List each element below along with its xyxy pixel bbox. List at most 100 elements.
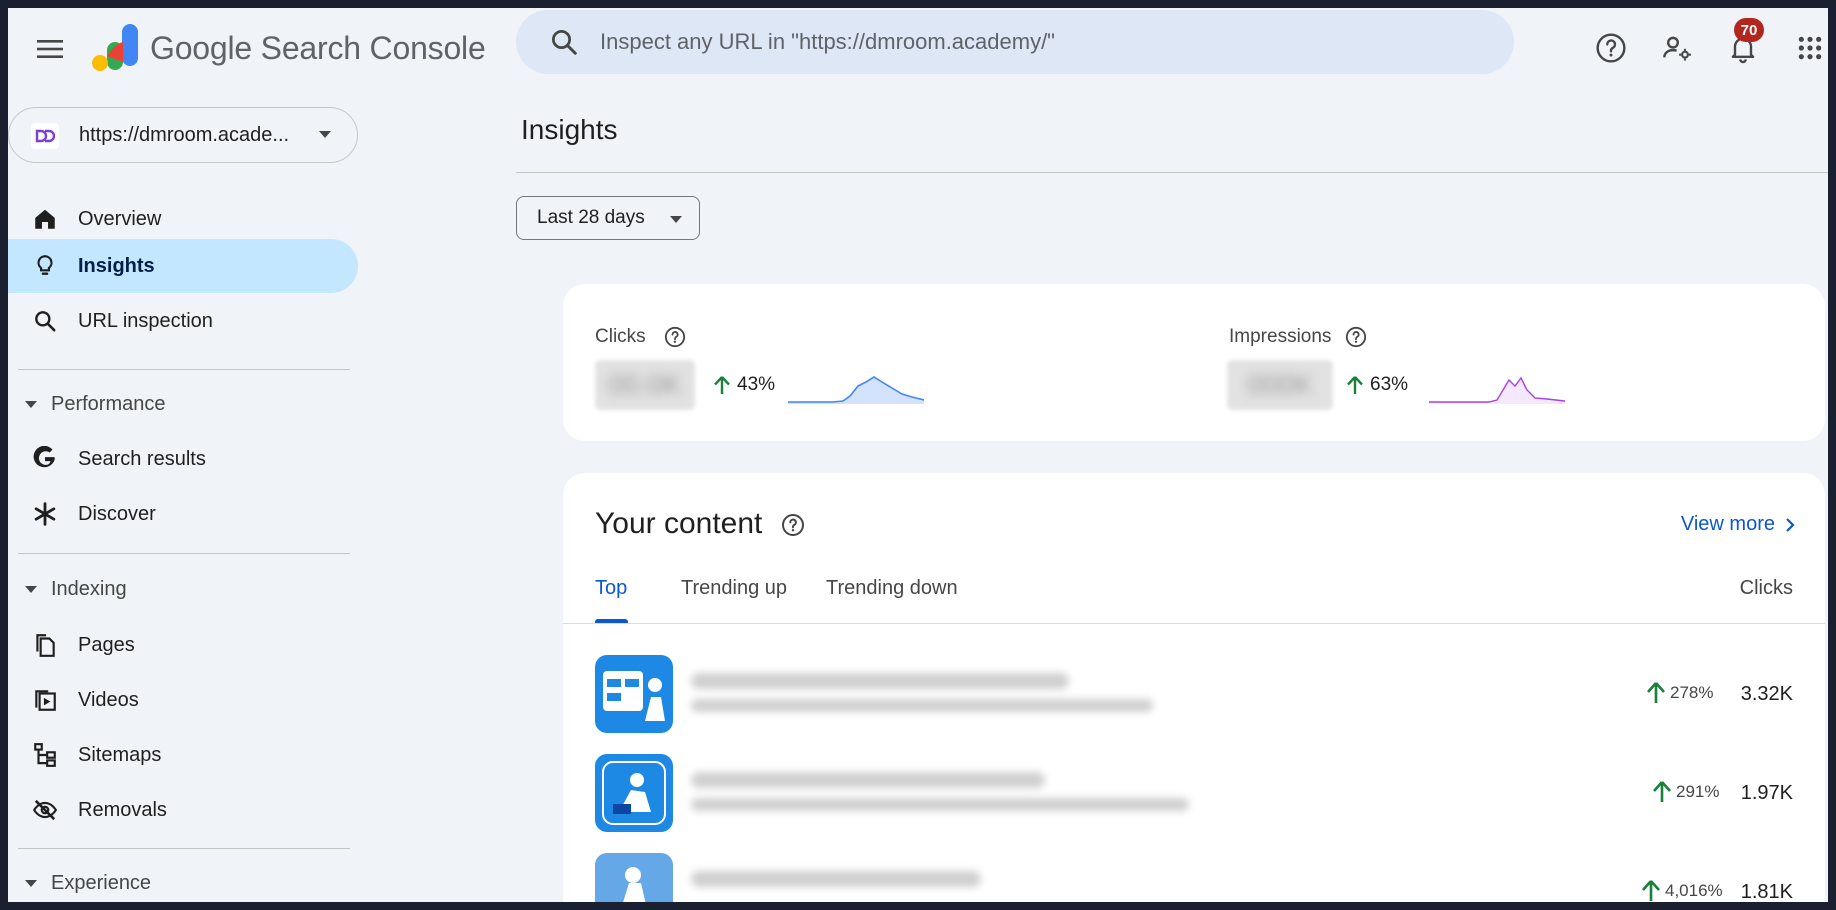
asterisk-icon — [30, 499, 60, 529]
section-label: Performance — [51, 392, 166, 415]
section-label: Indexing — [51, 577, 127, 600]
sidebar-item-label: Overview — [78, 207, 162, 230]
help-circle-icon[interactable] — [663, 325, 687, 349]
row-clicks-value: 3.32K — [1740, 683, 1793, 705]
impressions-value-blurred: 000K — [1227, 360, 1333, 410]
dropdown-arrow-icon — [670, 216, 682, 223]
search-input[interactable] — [598, 28, 1514, 56]
date-range-label: Last 28 days — [537, 207, 645, 228]
sidebar-item-label: Videos — [78, 688, 139, 711]
apps-grid-icon — [1798, 36, 1822, 60]
clicks-change-value: 43% — [737, 374, 776, 395]
section-label: Experience — [51, 871, 152, 894]
sidebar-item-label: URL inspection — [78, 309, 213, 332]
blurred-title: title — [691, 673, 1069, 689]
impressions-change: 63% — [1346, 374, 1408, 396]
tab-trending-down[interactable]: Trending down — [826, 577, 958, 600]
row-change: 278% — [1646, 681, 1713, 705]
section-toggle-experience[interactable]: Experience — [8, 861, 358, 902]
main-menu-button[interactable] — [28, 29, 72, 69]
sidebar-item-label: Sitemaps — [78, 743, 162, 766]
row-change-value: 278% — [1670, 683, 1714, 702]
article-thumbnail — [595, 853, 673, 902]
view-more-link[interactable]: View more — [1681, 513, 1795, 536]
page-title: Insights — [521, 114, 618, 145]
arrow-up-icon — [1347, 376, 1363, 394]
sidebar-item-discover[interactable]: Discover — [8, 487, 358, 541]
help-button[interactable] — [1589, 26, 1633, 70]
property-url: https://dmroom.acade... — [79, 124, 290, 146]
blurred-url: url — [691, 699, 1153, 712]
date-range-dropdown[interactable]: Last 28 days — [516, 196, 700, 240]
sidebar-item-label: Insights — [78, 254, 155, 277]
section-toggle-indexing[interactable]: Indexing — [8, 567, 358, 611]
user-settings-button[interactable] — [1655, 26, 1699, 70]
sidebar-item-pages[interactable]: Pages — [8, 618, 358, 672]
article-thumbnail — [595, 655, 673, 733]
blurred-title: title — [691, 772, 1045, 788]
tabs-divider — [563, 623, 1825, 624]
clicks-sparkline — [788, 376, 924, 404]
sidebar-item-videos[interactable]: Videos — [8, 673, 358, 727]
help-circle-icon[interactable] — [1344, 325, 1368, 349]
search-icon — [544, 22, 584, 62]
section-toggle-performance[interactable]: Performance — [8, 382, 358, 426]
metrics-card: Clicks 00.0K 43% Impressions 000K 63% — [563, 284, 1825, 441]
content-row[interactable]: title url 278% 3.32K — [563, 645, 1825, 743]
sidebar-item-overview[interactable]: Overview — [8, 192, 358, 246]
blurred-url: url — [691, 798, 1189, 811]
sitemap-icon — [30, 740, 60, 770]
blurred-title: title — [691, 871, 981, 887]
arrow-up-icon — [1642, 880, 1660, 901]
google-g-icon — [30, 444, 60, 474]
sidebar-item-label: Pages — [78, 633, 135, 656]
sidebar-item-sitemaps[interactable]: Sitemaps — [8, 728, 358, 782]
arrow-up-icon — [1653, 781, 1671, 802]
sidebar-item-search-results[interactable]: Search results — [8, 432, 358, 486]
row-change: 4,016% — [1641, 879, 1723, 902]
search-icon — [30, 306, 60, 336]
sidebar-item-label: Search results — [78, 447, 206, 470]
google-apps-button[interactable] — [1788, 26, 1828, 70]
arrow-up-icon — [714, 376, 730, 394]
sidebar-item-removals[interactable]: Removals — [8, 783, 358, 837]
help-circle-icon[interactable] — [781, 513, 805, 537]
row-clicks-value: 1.81K — [1740, 881, 1793, 902]
sidebar-item-insights[interactable]: Insights — [8, 239, 358, 293]
row-change-value: 4,016% — [1665, 881, 1723, 900]
article-thumbnail — [595, 754, 673, 832]
help-icon — [1596, 33, 1626, 63]
notification-count-badge: 70 — [1734, 18, 1764, 42]
row-change: 291% — [1652, 780, 1719, 804]
app-window: Google Search Console 70 https://dmroom.… — [8, 8, 1828, 902]
clicks-change: 43% — [713, 374, 775, 396]
row-clicks-value: 1.97K — [1740, 782, 1793, 804]
title-divider — [516, 172, 1828, 173]
hamburger-icon — [37, 40, 63, 58]
content-row[interactable]: title url 291% 1.97K — [563, 744, 1825, 842]
collapse-arrow-icon — [25, 401, 37, 408]
sidebar-item-label: Discover — [78, 502, 156, 525]
lightbulb-icon — [30, 251, 60, 281]
url-inspection-search[interactable] — [516, 10, 1514, 74]
your-content-title: Your content — [595, 507, 763, 540]
sidebar-divider — [18, 369, 350, 370]
dropdown-arrow-icon — [319, 131, 331, 138]
manage-accounts-icon — [1663, 36, 1691, 61]
home-icon — [30, 204, 60, 234]
content-row[interactable]: title 4,016% 1.81K — [563, 843, 1825, 902]
pages-icon — [30, 630, 60, 660]
sidebar-item-url-inspection[interactable]: URL inspection — [8, 294, 358, 348]
clicks-label: Clicks — [595, 326, 646, 347]
search-console-logo-icon — [92, 24, 138, 71]
video-icon — [30, 685, 60, 715]
impressions-change-value: 63% — [1370, 374, 1409, 395]
your-content-card: Your content View more Top Trending up T… — [563, 473, 1825, 902]
tab-trending-up[interactable]: Trending up — [681, 577, 787, 600]
tab-top[interactable]: Top — [595, 577, 627, 600]
clicks-value-blurred: 00.0K — [595, 360, 695, 410]
view-more-label: View more — [1680, 513, 1775, 535]
collapse-arrow-icon — [25, 586, 37, 593]
property-selector[interactable]: https://dmroom.acade... — [8, 107, 358, 163]
app-brand-title: Google Search Console — [150, 30, 486, 66]
